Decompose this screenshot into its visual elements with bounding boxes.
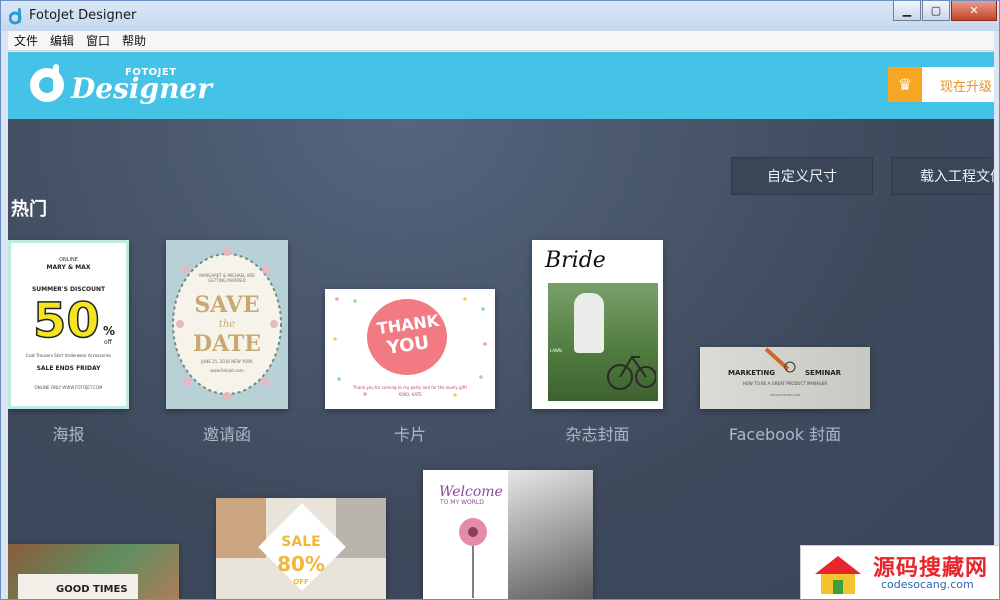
template-gallery: 自定义尺寸 载入工程文件 热门 ONLINE MARY & MAX SUMMER…	[8, 119, 994, 599]
app-header: FOTOJET Designer ♛ 现在升级	[8, 52, 994, 119]
template-good-times[interactable]: GOOD TIMES	[8, 544, 179, 599]
bicycle-icon	[607, 355, 656, 390]
window-title: FotoJet Designer	[29, 8, 137, 23]
app-icon	[9, 8, 22, 25]
house-logo-icon	[815, 556, 861, 594]
template-magazine[interactable]: Bride LAWN	[532, 240, 663, 409]
template-invitation[interactable]: MARGARET & MICHAEL ARE GETTING MARRIED S…	[166, 240, 288, 409]
template-label: 杂志封面	[565, 425, 630, 444]
close-button[interactable]: ✕	[951, 1, 997, 21]
menu-bar: 文件 编辑 窗口 帮助	[8, 31, 994, 51]
template-label: Facebook 封面	[728, 425, 842, 444]
window-controls: ▁ ▢ ✕	[892, 1, 997, 21]
watermark: 源码搜藏网 codesocang.com	[800, 545, 999, 599]
template-label: 卡片	[393, 425, 426, 444]
section-title: 热门	[11, 199, 47, 220]
minimize-icon: ▁	[902, 4, 912, 17]
menu-window[interactable]: 窗口	[80, 31, 116, 51]
maximize-button[interactable]: ▢	[922, 1, 950, 21]
template-poster[interactable]: ONLINE MARY & MAX SUMMER'S DISCOUNT 50 %…	[8, 240, 129, 409]
template-facebook-cover[interactable]: MARKETING SEMINAR HOW TO BE A GREAT PROD…	[700, 347, 870, 409]
app-window: FotoJet Designer ▁ ▢ ✕ 文件 编辑 窗口 帮助 FOTOJ…	[0, 0, 1000, 600]
magazine-photo	[548, 283, 658, 401]
template-sale[interactable]: SALE 80% OFF	[216, 498, 386, 599]
logo-title: Designer	[71, 72, 212, 105]
menu-edit[interactable]: 编辑	[44, 31, 80, 51]
template-card[interactable]: THANK YOU Thank you for coming to my par…	[325, 289, 495, 409]
flower-icon	[459, 518, 487, 598]
upgrade-button[interactable]: ♛ 现在升级	[888, 67, 994, 102]
watermark-url: codesocang.com	[881, 578, 974, 591]
maximize-icon: ▢	[930, 4, 942, 17]
template-label: 邀请函	[202, 425, 251, 444]
menu-help[interactable]: 帮助	[116, 31, 152, 51]
template-welcome[interactable]: Welcome TO MY WORLD	[423, 470, 593, 599]
close-icon: ✕	[969, 4, 979, 17]
custom-size-button[interactable]: 自定义尺寸	[731, 157, 873, 195]
load-project-button[interactable]: 载入工程文件	[891, 157, 994, 195]
upgrade-label: 现在升级	[940, 80, 993, 95]
menu-file[interactable]: 文件	[8, 31, 44, 51]
minimize-button[interactable]: ▁	[893, 1, 921, 21]
portrait-photo	[508, 470, 593, 599]
title-bar[interactable]: FotoJet Designer ▁ ▢ ✕	[1, 1, 999, 31]
crown-icon: ♛	[888, 67, 922, 102]
template-label: 海报	[52, 425, 85, 444]
